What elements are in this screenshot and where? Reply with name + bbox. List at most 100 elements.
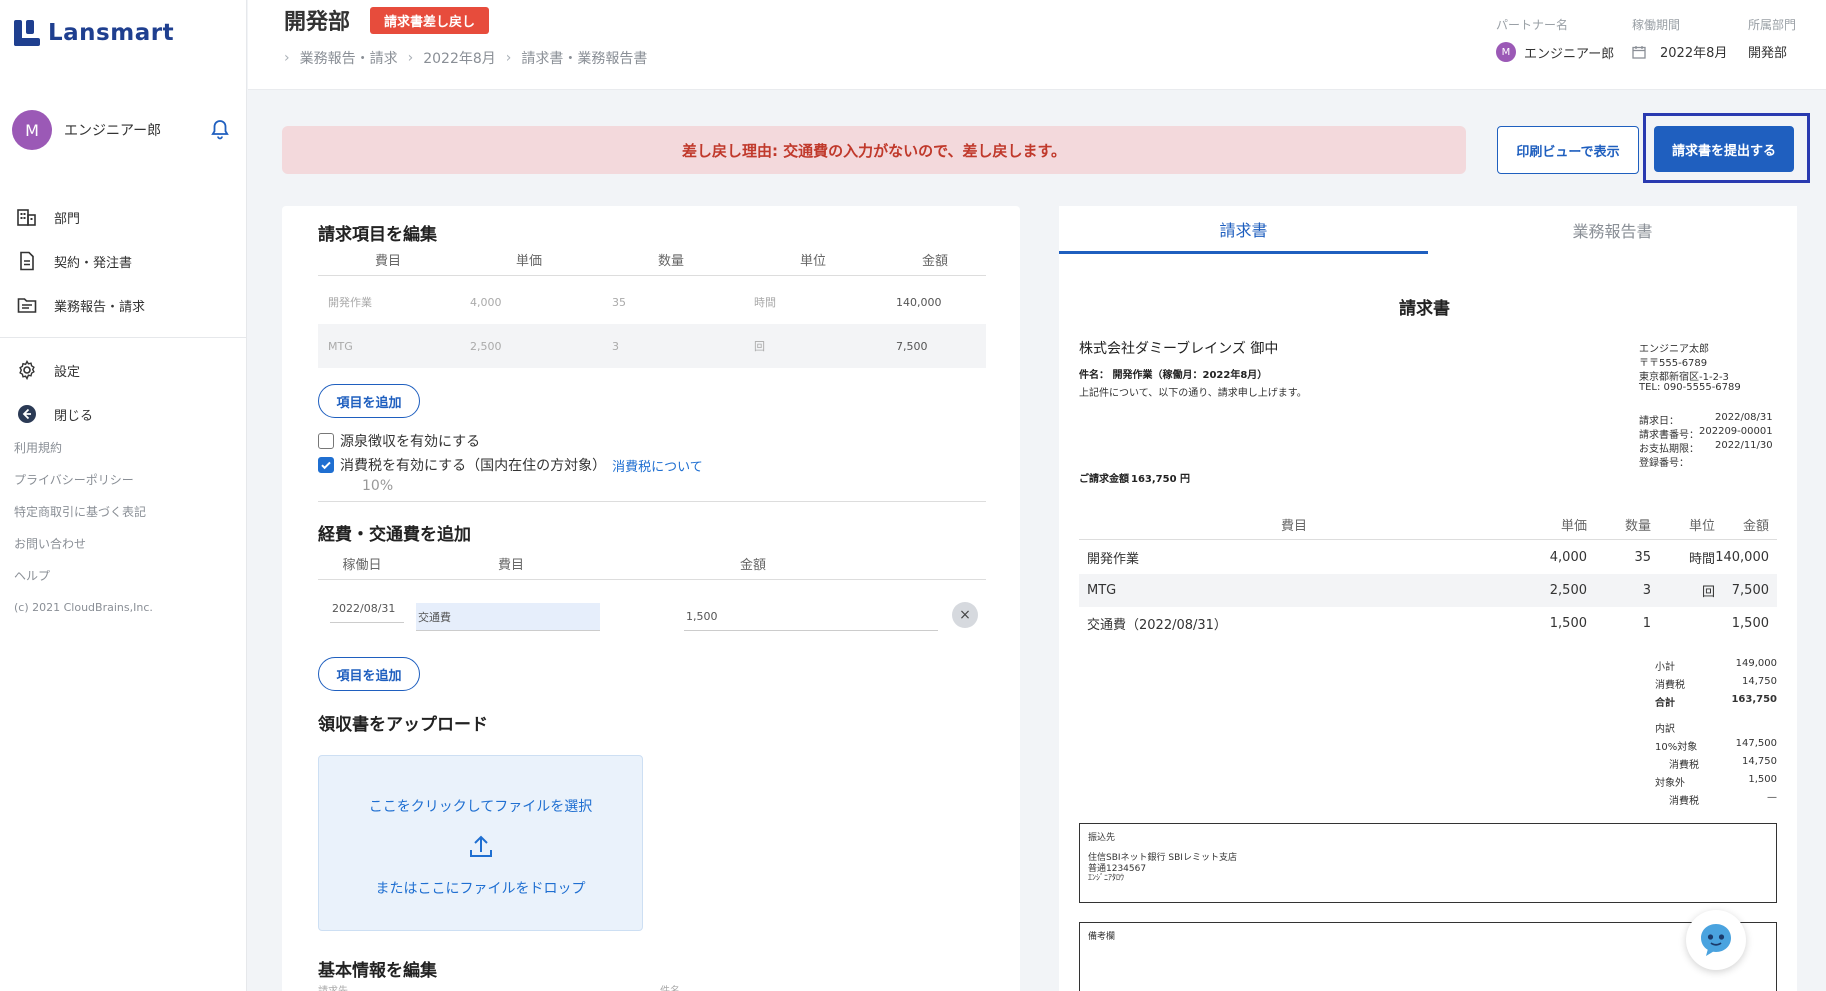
partner-name: エンジニアー郎 [1524, 46, 1615, 62]
invoice-row: MTG 2,500 3 回 7,500 [1079, 574, 1777, 607]
section-title: 請求項目を編集 [318, 225, 437, 245]
sidebar-item-settings[interactable]: 設定 [0, 348, 247, 392]
taxable10-tax-label: 消費税 [1669, 760, 1699, 771]
exempt-value: 1,500 [1748, 774, 1777, 785]
tab-invoice[interactable]: 請求書 [1059, 206, 1428, 254]
taxable10-tax-value: 14,750 [1742, 756, 1777, 767]
expense-item-input[interactable]: 交通費 [416, 603, 600, 631]
logo-mark-icon [14, 20, 40, 46]
divider [318, 501, 986, 502]
lansmart-logo[interactable]: Lansmart [14, 20, 174, 46]
tax-toggle[interactable]: 消費税を有効にする（国内在住の方対象） 消費税について [318, 455, 703, 475]
invoice-no-label: 請求書番号： [1639, 430, 1699, 441]
dept-label: 所属部門 [1748, 18, 1797, 32]
client-name: 株式会社ダミーブレインズ 御中 [1079, 341, 1279, 357]
user-profile[interactable]: M エンジニアー郎 [12, 110, 232, 150]
subtotal-label: 小計 [1655, 662, 1675, 673]
breadcrumb-item[interactable]: 2022年8月 [423, 48, 496, 68]
remove-expense-button[interactable]: × [952, 602, 978, 628]
billing-to-label: 請求先 [318, 982, 348, 991]
preview-tabs: 請求書 業務報告書 [1059, 206, 1797, 254]
chat-bot-icon [1697, 921, 1735, 959]
tab-work-report[interactable]: 業務報告書 [1428, 206, 1797, 254]
withholding-checkbox[interactable] [318, 433, 334, 449]
column-header: 費目 [1280, 519, 1307, 534]
unit-cell[interactable]: 回 [754, 324, 765, 368]
expenses-table-header: 稼働日 費目 金額 [318, 548, 986, 580]
submit-invoice-button[interactable]: 請求書を提出する [1654, 126, 1794, 172]
gear-icon [16, 359, 38, 381]
tax-info-link[interactable]: 消費税について [612, 456, 703, 475]
section-title: 経費・交通費を追加 [318, 525, 471, 545]
column-header: 単価 [1560, 519, 1587, 534]
invoice-date-label: 請求日： [1639, 416, 1679, 427]
sum-label: 合計 [1655, 698, 1675, 709]
dept-text: 開発部 [1748, 46, 1788, 61]
breadcrumb-item[interactable]: 業務報告・請求 [300, 48, 398, 68]
amount-cell: 140,000 [896, 295, 942, 309]
invoice-intro: 上記件について、以下の通り、請求申し上げます。 [1079, 388, 1307, 399]
amount-cell: 1,500 [1731, 616, 1769, 631]
column-header: 金額 [921, 254, 948, 269]
withholding-toggle[interactable]: 源泉徴収を有効にする [318, 431, 480, 451]
tax-checkbox[interactable] [318, 457, 334, 473]
item-cell[interactable]: 開発作業 [328, 280, 372, 324]
invoice-subject: 件名： 開発作業（稼働月：2022年8月） [1079, 370, 1268, 381]
column-header: 稼働日 [342, 558, 382, 573]
folder-icon [16, 294, 38, 316]
exempt-tax-label: 消費税 [1669, 796, 1699, 807]
help-link[interactable]: ヘルプ [14, 560, 153, 592]
total-label: ご請求金額 [1079, 474, 1129, 485]
qty-cell[interactable]: 35 [612, 280, 626, 324]
bell-icon[interactable] [208, 118, 232, 142]
sidebar-item-label: 契約・発注書 [54, 255, 133, 271]
reg-no-label: 登録番号： [1639, 458, 1689, 469]
sidebar-item-close[interactable]: 閉じる [0, 392, 247, 436]
unit-cell[interactable]: 時間 [754, 280, 776, 324]
table-row[interactable]: MTG 2,500 3 回 7,500 [318, 324, 986, 368]
table-row[interactable]: 開発作業 4,000 35 時間 140,000 [318, 280, 986, 324]
chevron-right-icon: › [407, 50, 414, 66]
breadcrumb: › 業務報告・請求 › 2022年8月 › 請求書・業務報告書 [284, 48, 647, 68]
item-cell: 開発作業 [1087, 552, 1140, 567]
user-name: エンジニアー郎 [64, 123, 162, 139]
price-cell[interactable]: 4,000 [470, 280, 502, 324]
price-cell: 2,500 [1549, 583, 1587, 598]
edit-panel: 請求項目を編集 費目 単価 数量 単位 金額 開発作業 4,000 35 時間 … [282, 206, 1020, 991]
terms-link[interactable]: 利用規約 [14, 432, 153, 464]
due-label: お支払期限： [1639, 444, 1699, 455]
commerce-law-link[interactable]: 特定商取引に基づく表記 [14, 496, 153, 528]
expense-amount-input[interactable]: 1,500 [684, 603, 938, 631]
contact-link[interactable]: お問い合わせ [14, 528, 153, 560]
period-label: 稼働期間 [1632, 18, 1681, 32]
page-title: 開発部 [284, 10, 351, 35]
add-item-button[interactable]: 項目を追加 [318, 384, 420, 418]
chat-support-button[interactable] [1686, 910, 1746, 970]
sidebar-item-reports[interactable]: 業務報告・請求 [0, 283, 247, 327]
sidebar-item-contracts[interactable]: 契約・発注書 [0, 239, 247, 283]
item-cell: MTG [1087, 583, 1117, 598]
section-title: 基本情報を編集 [318, 961, 437, 981]
print-view-button[interactable]: 印刷ビューで表示 [1497, 126, 1639, 174]
privacy-link[interactable]: プライバシーポリシー [14, 464, 153, 496]
sidebar-item-department[interactable]: 部門 [0, 195, 247, 239]
receipt-dropzone[interactable]: ここをクリックしてファイルを選択 またはここにファイルをドロップ [318, 755, 643, 931]
divider [0, 337, 247, 338]
avatar: M [12, 110, 52, 150]
unit-cell: 回 [1701, 585, 1715, 600]
rejection-alert: 差し戻し理由: 交通費の入力がないので、差し戻します。 [282, 126, 1466, 174]
sum-value: 163,750 [1731, 694, 1777, 705]
invoice-row: 交通費（2022/08/31） 1,500 1 1,500 [1079, 607, 1777, 640]
add-expense-button[interactable]: 項目を追加 [318, 657, 420, 691]
unit-cell [1661, 607, 1715, 640]
chevron-right-icon: › [284, 50, 290, 66]
sidebar: Lansmart M エンジニアー郎 部門 契約・発注書 業務報告・請求 設定 … [0, 0, 247, 991]
price-cell[interactable]: 2,500 [470, 324, 502, 368]
expense-date-input[interactable]: 2022/08/31 [330, 595, 404, 623]
qty-cell[interactable]: 3 [612, 324, 619, 368]
invoice-document: 請求書 株式会社ダミーブレインズ 御中 件名： 開発作業（稼働月：2022年8月… [1059, 254, 1797, 991]
bank-info-box: 振込先 住信SBIネット銀行 SBIレミット支店 普通1234567 ｴﾝｼﾞﾆ… [1079, 823, 1777, 903]
item-cell[interactable]: MTG [328, 324, 353, 368]
column-header: 単位 [1688, 519, 1715, 534]
status-badge: 請求書差し戻し [370, 7, 490, 34]
